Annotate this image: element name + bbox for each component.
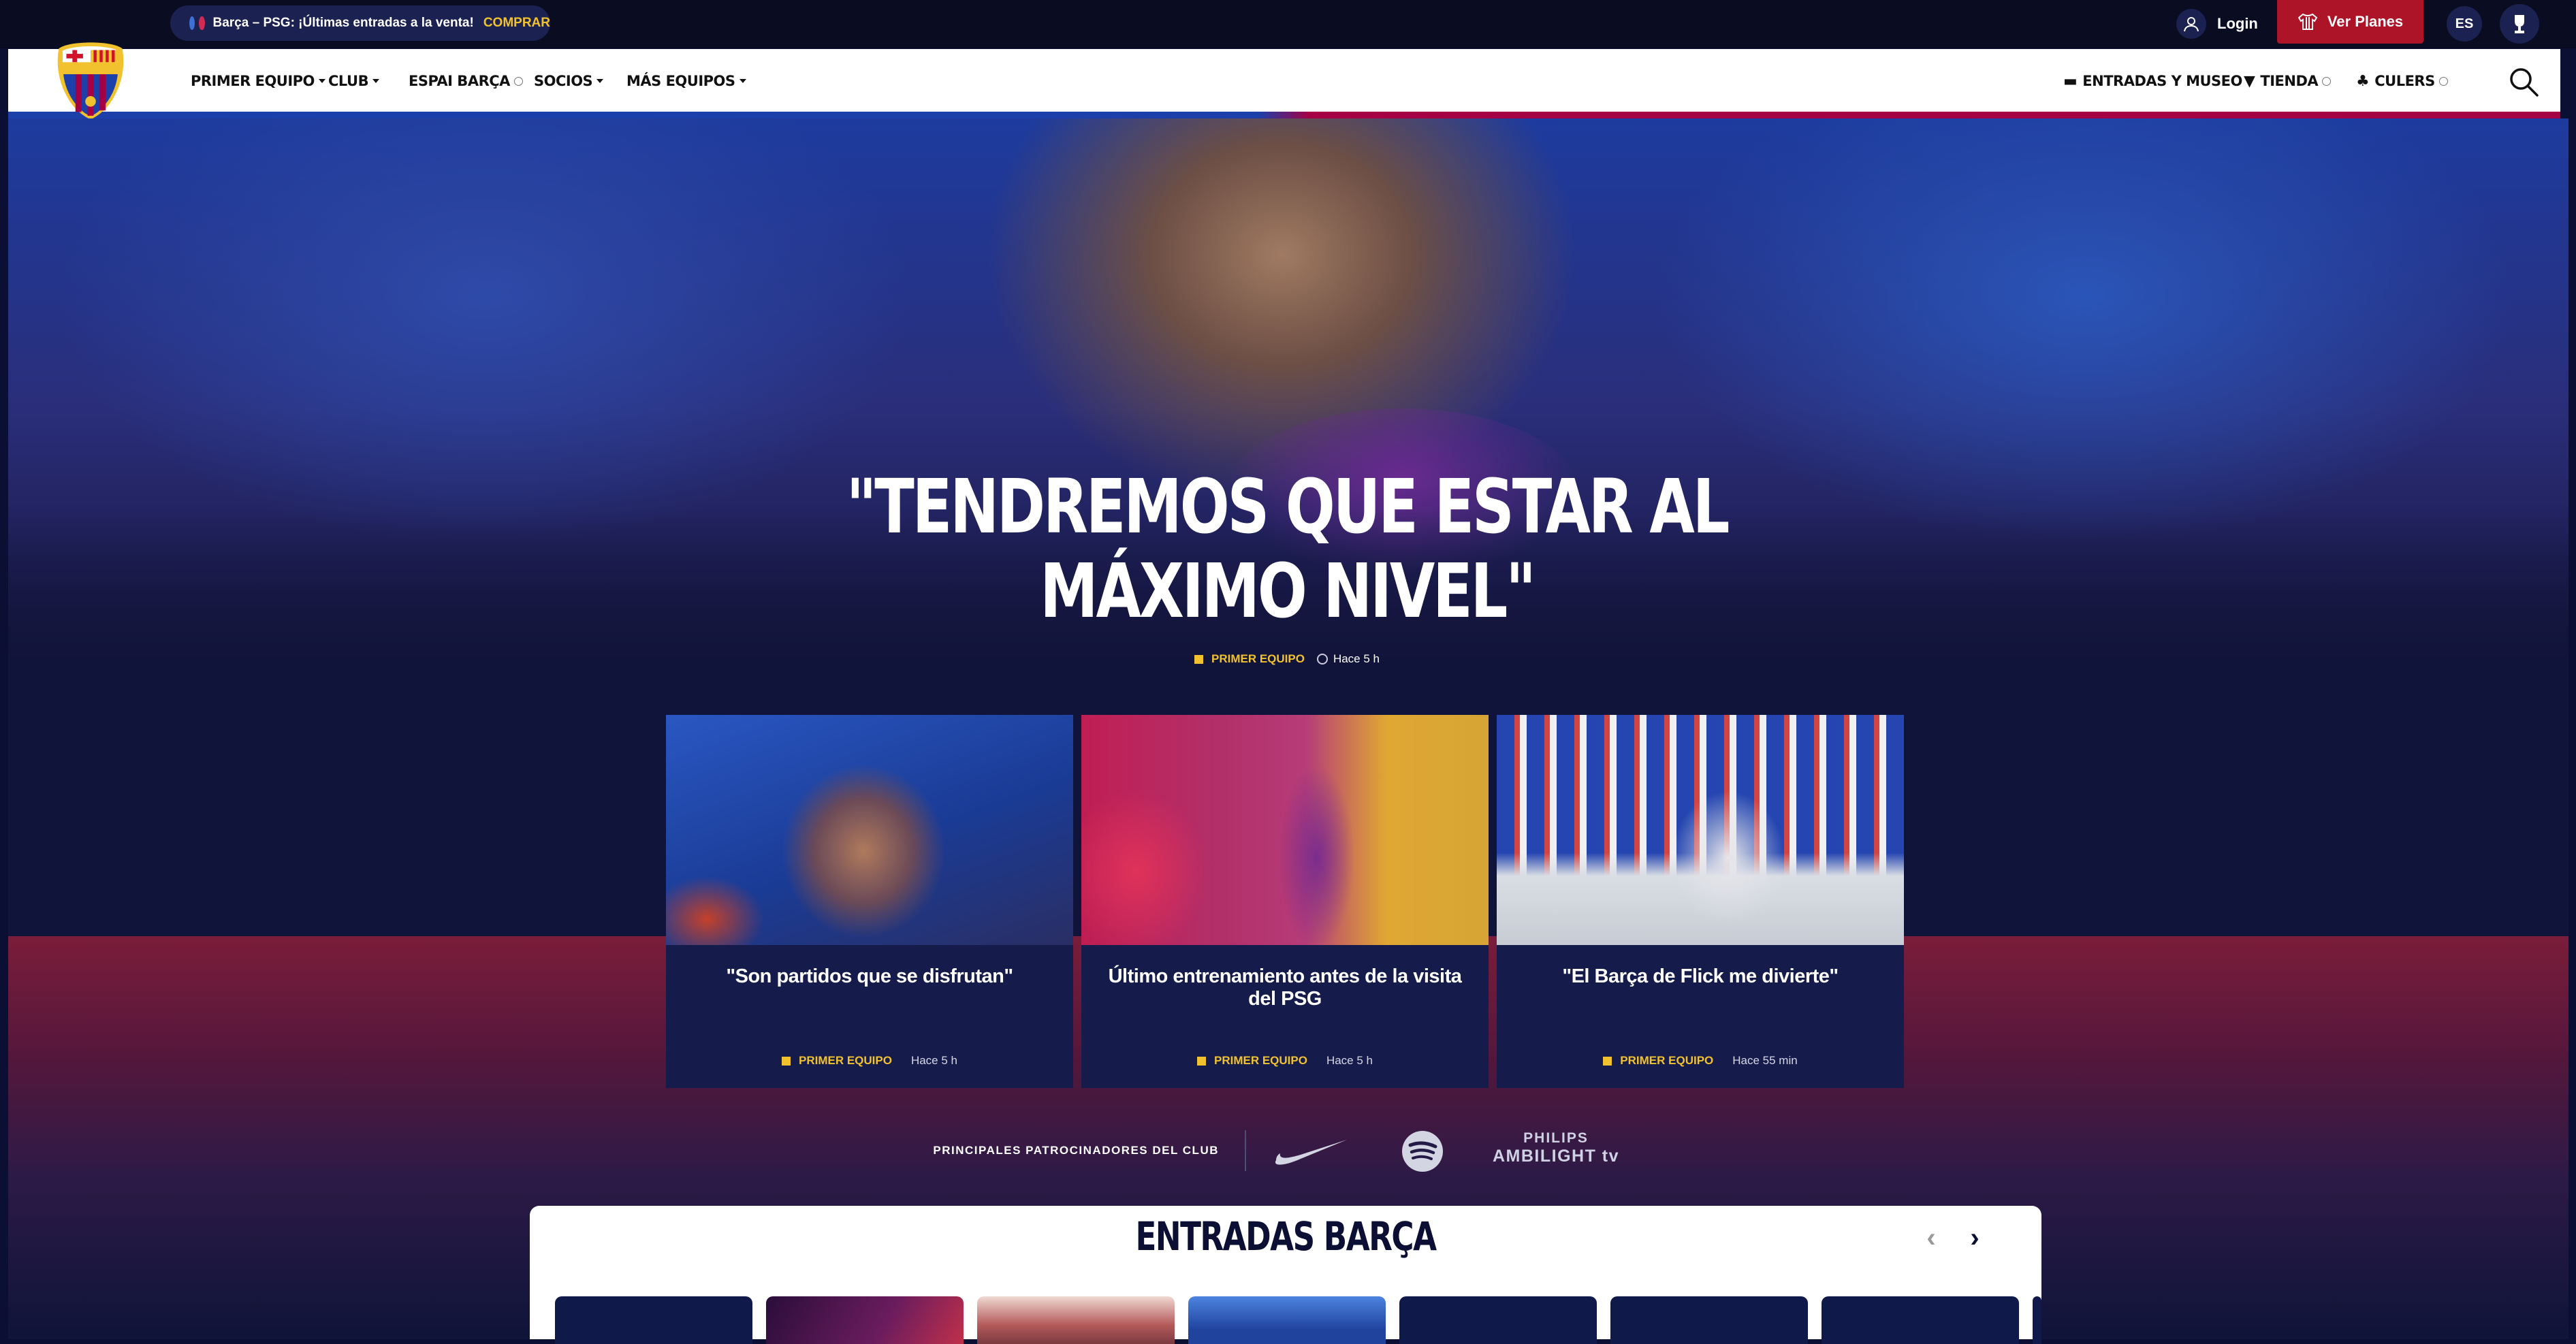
search-icon[interactable]	[2508, 66, 2539, 97]
category-square-icon	[1196, 1056, 1206, 1066]
ticket-card[interactable]	[766, 1296, 964, 1344]
hero-time: Hace 5 h	[1333, 652, 1380, 665]
nav-socios[interactable]: SOCIOS	[534, 49, 604, 113]
category-square-icon	[1194, 654, 1203, 664]
shirt-icon: ▼	[2244, 72, 2255, 90]
caret-down-icon	[739, 79, 746, 83]
nike-logo[interactable]	[1273, 1137, 1348, 1167]
ticket-icon: ▬	[2063, 72, 2078, 90]
ticket-card[interactable]	[1188, 1296, 1386, 1344]
fcb-crest-logo[interactable]	[49, 39, 132, 123]
nav-item-label: SOCIOS	[534, 73, 593, 89]
team-badge-icon	[189, 16, 195, 30]
nav-item-label: PRIMER EQUIPO	[191, 73, 315, 89]
ticket-card[interactable]	[1822, 1296, 2019, 1344]
news-card-meta: PRIMER EQUIPO Hace 5 h	[1081, 1054, 1489, 1068]
news-card-category[interactable]: PRIMER EQUIPO	[1620, 1054, 1713, 1068]
caret-down-icon	[597, 79, 604, 83]
news-card[interactable]: Último entrenamiento antes de la visita …	[1081, 715, 1489, 1088]
nav-espai-barca[interactable]: ESPAI BARÇA	[409, 49, 523, 113]
spotify-logo[interactable]	[1401, 1130, 1444, 1172]
ticket-card[interactable]	[2033, 1296, 2041, 1344]
nav-item-label: CLUB	[328, 73, 369, 89]
carousel-prev-button[interactable]: ‹	[1919, 1222, 1943, 1253]
caret-down-icon	[318, 79, 325, 83]
login-button[interactable]: Login	[2176, 6, 2272, 42]
news-card-meta: PRIMER EQUIPO Hace 5 h	[666, 1054, 1073, 1068]
ver-planes-button[interactable]: Ver Planes	[2277, 0, 2423, 44]
news-card[interactable]: "El Barça de Flick me divierte" PRIMER E…	[1497, 715, 1904, 1088]
nav-item-label: ENTRADAS Y MUSEO	[2082, 73, 2242, 89]
nav-item-label: ESPAI BARÇA	[409, 73, 510, 89]
promo-cta-link[interactable]: COMPRAR	[483, 16, 550, 31]
shirt-icon	[2297, 13, 2318, 30]
philips-wordmark: PHILIPS	[1523, 1130, 1589, 1146]
entradas-title: ENTRADAS BARÇA	[1135, 1213, 1437, 1260]
nav-item-label: MÁS EQUIPOS	[626, 73, 735, 89]
ver-planes-label: Ver Planes	[2327, 13, 2404, 30]
philips-ambilight-logo[interactable]: PHILIPS AMBILIGHT tv	[1491, 1130, 1621, 1166]
carousel-next-button[interactable]: ›	[1962, 1222, 1987, 1253]
category-square-icon	[781, 1056, 791, 1066]
news-card-title: "El Barça de Flick me divierte"	[1562, 965, 1839, 987]
news-card-title: Último entrenamiento antes de la visita …	[1108, 965, 1462, 1010]
nav-culers[interactable]: ♣ CULERS	[2356, 49, 2448, 113]
nav-mas-equipos[interactable]: MÁS EQUIPOS	[626, 49, 746, 113]
promo-text: Barça – PSG: ¡Últimas entradas a la vent…	[212, 16, 474, 30]
ticket-card[interactable]	[555, 1296, 752, 1344]
external-link-icon	[2322, 76, 2332, 86]
ticket-card[interactable]	[1610, 1296, 1808, 1344]
hero-category[interactable]: PRIMER EQUIPO	[1211, 652, 1305, 666]
culers-icon: ♣	[2356, 72, 2370, 90]
team-badge-icon	[199, 16, 205, 30]
app-download-button[interactable]	[2500, 4, 2539, 44]
trophy-icon	[2515, 15, 2524, 33]
nav-club[interactable]: CLUB	[328, 49, 380, 113]
external-link-icon	[513, 76, 523, 86]
news-card-time: Hace 5 h	[1326, 1054, 1373, 1067]
clock-icon	[1316, 654, 1328, 665]
news-card-category[interactable]: PRIMER EQUIPO	[1214, 1054, 1307, 1068]
language-selector[interactable]: ES	[2447, 6, 2482, 42]
nav-primer-equipo[interactable]: PRIMER EQUIPO	[191, 49, 325, 113]
news-card-image	[1081, 715, 1489, 945]
nav-tienda[interactable]: ▼ TIENDA	[2244, 49, 2332, 113]
caret-down-icon	[372, 79, 380, 83]
ticket-card[interactable]	[1399, 1296, 1597, 1344]
hero-meta: PRIMER EQUIPO Hace 5 h	[1090, 652, 1484, 666]
nav-entradas-museo[interactable]: ▬ ENTRADAS Y MUSEO	[2063, 49, 2253, 113]
ambilight-wordmark: AMBILIGHT tv	[1492, 1147, 1620, 1166]
promo-pill[interactable]: Barça – PSG: ¡Últimas entradas a la vent…	[170, 5, 550, 41]
news-card-time: Hace 5 h	[910, 1054, 957, 1067]
user-icon	[2176, 9, 2206, 39]
sponsors-divider	[1245, 1130, 1246, 1171]
news-card-category[interactable]: PRIMER EQUIPO	[799, 1054, 892, 1068]
category-square-icon	[1603, 1056, 1612, 1066]
sponsors-label: PRINCIPALES PATROCINADORES DEL CLUB	[933, 1144, 1219, 1157]
external-link-icon	[2438, 76, 2448, 86]
ticket-card[interactable]	[977, 1296, 1175, 1344]
news-card-title: "Son partidos que se disfrutan"	[726, 965, 1013, 987]
news-card-meta: PRIMER EQUIPO Hace 55 min	[1497, 1054, 1904, 1068]
hero-headline[interactable]: "Tendremos que estar al máximo nivel"	[841, 464, 1733, 633]
news-card-time: Hace 55 min	[1732, 1054, 1798, 1067]
news-card-image	[1497, 715, 1904, 945]
login-label: Login	[2217, 15, 2258, 32]
news-card-image	[666, 715, 1073, 945]
nav-item-label: TIENDA	[2260, 73, 2319, 89]
news-card[interactable]: "Son partidos que se disfrutan" PRIMER E…	[666, 715, 1073, 1088]
nav-item-label: CULERS	[2374, 73, 2435, 89]
chevron-right-icon: ›	[1970, 1222, 1979, 1253]
chevron-left-icon: ‹	[1926, 1222, 1936, 1253]
